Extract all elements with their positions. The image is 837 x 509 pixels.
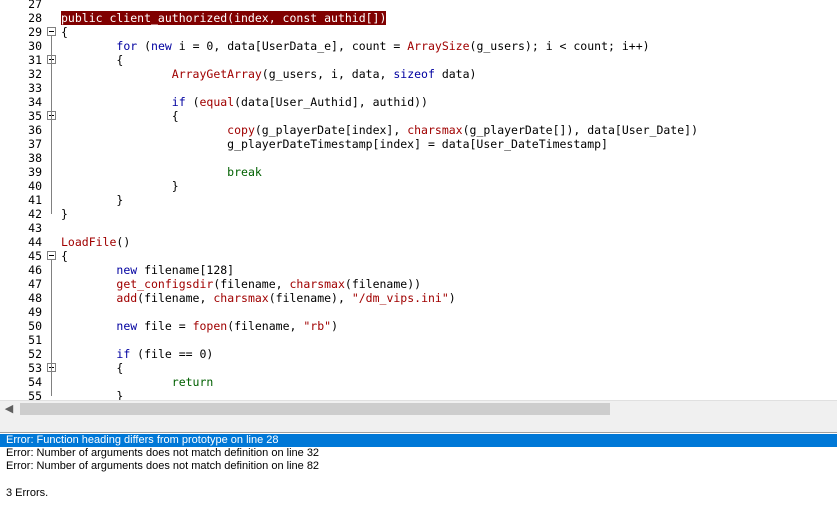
- fold-collapse-icon[interactable]: [47, 27, 56, 36]
- code-text: g_playerDateTimestamp[index] = data[User…: [61, 137, 608, 151]
- code-line[interactable]: 45 {: [0, 249, 837, 263]
- code-text: copy(g_playerDate[index], charsmax(g_pla…: [227, 123, 698, 137]
- fold-guide: [51, 36, 52, 214]
- code-line[interactable]: 30 for (new i = 0, data[UserData_e], cou…: [0, 39, 837, 53]
- code-line[interactable]: 43: [0, 221, 837, 235]
- code-text: LoadFile(): [61, 235, 131, 249]
- code-text: public client_authorized(index, const au…: [61, 11, 387, 25]
- code-line[interactable]: 48 add(filename, charsmax(filename), "/d…: [0, 291, 837, 305]
- output-message[interactable]: Error: Function heading differs from pro…: [0, 434, 837, 447]
- code-text: }: [61, 193, 124, 207]
- line-number: 32: [28, 67, 42, 81]
- code-line[interactable]: 44 LoadFile(): [0, 235, 837, 249]
- fold-guide: [51, 260, 52, 396]
- code-line[interactable]: 35 {: [0, 109, 837, 123]
- line-number: 52: [28, 347, 42, 361]
- line-number: 36: [28, 123, 42, 137]
- line-number: 51: [28, 333, 42, 347]
- output-message[interactable]: Error: Number of arguments does not matc…: [0, 460, 837, 473]
- output-panel: Error: Function heading differs from pro…: [0, 433, 837, 509]
- scrollbar-thumb[interactable]: [20, 403, 610, 415]
- output-summary: 3 Errors.: [6, 487, 49, 499]
- code-line[interactable]: 27: [0, 0, 837, 11]
- code-text: ArrayGetArray(g_users, i, data, sizeof d…: [171, 67, 477, 81]
- code-text: {: [61, 361, 124, 375]
- code-text: }: [61, 179, 179, 193]
- fold-collapse-icon[interactable]: [47, 251, 56, 260]
- code-line[interactable]: 55 }: [0, 389, 837, 400]
- line-number: 28: [28, 11, 42, 25]
- scroll-left-icon[interactable]: ◀: [2, 402, 16, 416]
- code-line[interactable]: 32 ArrayGetArray(g_users, i, data, sizeo…: [0, 67, 837, 81]
- line-number: 37: [28, 137, 42, 151]
- line-number: 27: [28, 0, 42, 11]
- code-text: get_configsdir(filename, charsmax(filena…: [116, 277, 422, 291]
- line-number: 35: [28, 109, 42, 123]
- line-number: 41: [28, 193, 42, 207]
- horizontal-scrollbar[interactable]: ◀: [0, 400, 837, 418]
- code-text: for (new i = 0, data[UserData_e], count …: [116, 39, 650, 53]
- line-number: 48: [28, 291, 42, 305]
- line-number: 31: [28, 53, 42, 67]
- code-line[interactable]: 39 break: [0, 165, 837, 179]
- line-number: 44: [28, 235, 42, 249]
- code-line[interactable]: 29 {: [0, 25, 837, 39]
- line-number: 38: [28, 151, 42, 165]
- line-number: 29: [28, 25, 42, 39]
- code-text: {: [61, 249, 68, 263]
- line-number: 43: [28, 221, 42, 235]
- line-number: 50: [28, 319, 42, 333]
- output-message[interactable]: Error: Number of arguments does not matc…: [0, 447, 837, 460]
- code-text: {: [61, 109, 179, 123]
- line-number: 53: [28, 361, 42, 375]
- code-text: new filename[128]: [116, 263, 235, 277]
- code-line[interactable]: 40 }: [0, 179, 837, 193]
- code-line[interactable]: 28 public client_authorized(index, const …: [0, 11, 837, 25]
- code-text: if (equal(data[User_Authid], authid)): [171, 95, 428, 109]
- code-text: break: [227, 165, 262, 179]
- code-text: }: [61, 207, 68, 221]
- code-line[interactable]: 52 if (file == 0): [0, 347, 837, 361]
- code-line[interactable]: 34 if (equal(data[User_Authid], authid)): [0, 95, 837, 109]
- code-line[interactable]: 54 return: [0, 375, 837, 389]
- line-number: 34: [28, 95, 42, 109]
- code-line[interactable]: 49: [0, 305, 837, 319]
- panel-splitter[interactable]: [0, 418, 837, 433]
- code-text: return: [171, 375, 214, 389]
- code-text: new file = fopen(filename, "rb"): [116, 319, 338, 333]
- code-text: add(filename, charsmax(filename), "/dm_v…: [116, 291, 456, 305]
- code-text: if (file == 0): [116, 347, 214, 361]
- line-number: 30: [28, 39, 42, 53]
- code-line[interactable]: 36 copy(g_playerDate[index], charsmax(g_…: [0, 123, 837, 137]
- line-number: 33: [28, 81, 42, 95]
- code-editor[interactable]: 27 28 public client_authorized(index, cons…: [0, 0, 837, 400]
- code-line[interactable]: 31 {: [0, 53, 837, 67]
- code-line[interactable]: 42}: [0, 207, 837, 221]
- code-line[interactable]: 46 new filename[128]: [0, 263, 837, 277]
- code-line[interactable]: 53 {: [0, 361, 837, 375]
- line-number: 46: [28, 263, 42, 277]
- line-number: 42: [28, 207, 42, 221]
- line-number: 49: [28, 305, 42, 319]
- code-line[interactable]: 51: [0, 333, 837, 347]
- line-number: 54: [28, 375, 42, 389]
- line-number: 40: [28, 179, 42, 193]
- code-line[interactable]: 50 new file = fopen(filename, "rb"): [0, 319, 837, 333]
- code-text: }: [61, 389, 124, 400]
- code-text: {: [61, 53, 124, 67]
- line-number: 47: [28, 277, 42, 291]
- line-number: 45: [28, 249, 42, 263]
- code-line[interactable]: 41 }: [0, 193, 837, 207]
- code-line[interactable]: 47 get_configsdir(filename, charsmax(fil…: [0, 277, 837, 291]
- line-number: 39: [28, 165, 42, 179]
- line-number: 55: [28, 389, 42, 400]
- code-line[interactable]: 38: [0, 151, 837, 165]
- code-line[interactable]: 37 g_playerDateTimestamp[index] = data[U…: [0, 137, 837, 151]
- code-text: {: [61, 25, 68, 39]
- code-line[interactable]: 33: [0, 81, 837, 95]
